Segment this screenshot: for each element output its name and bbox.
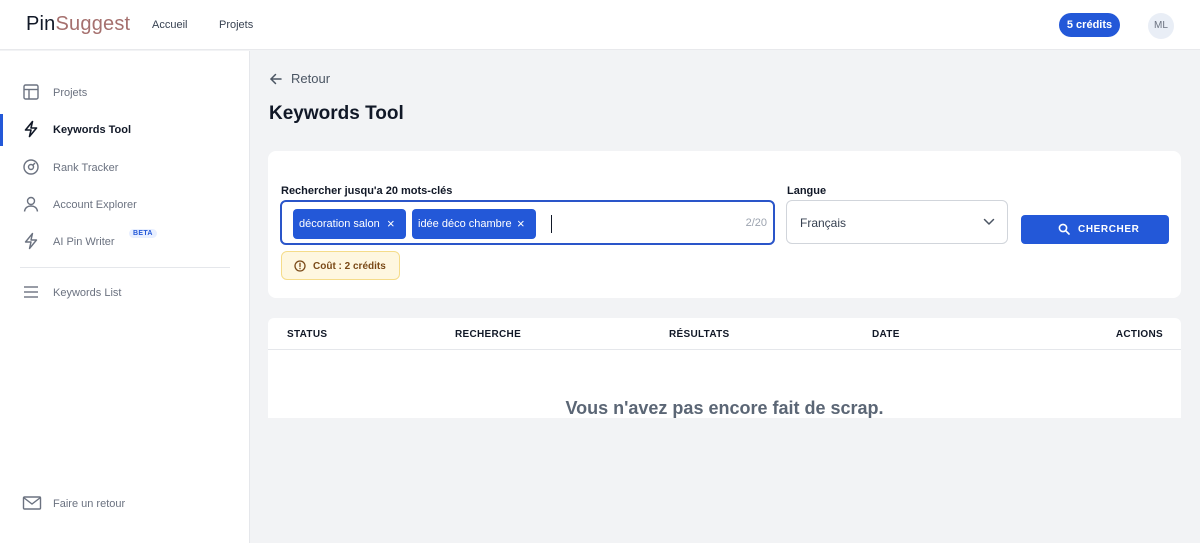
sidebar-item-label: Projets: [53, 87, 88, 99]
column-header-date[interactable]: DATE: [872, 329, 900, 340]
sidebar-item-account-explorer[interactable]: Account Explorer: [0, 189, 249, 221]
sidebar-divider: [20, 267, 230, 268]
gauge-icon: [22, 158, 42, 178]
close-icon[interactable]: ×: [517, 209, 525, 239]
column-header-recherche[interactable]: RECHERCHE: [455, 329, 521, 340]
search-button-label: CHERCHER: [1078, 224, 1140, 235]
back-label: Retour: [291, 71, 331, 86]
search-button[interactable]: CHERCHER: [1021, 215, 1169, 244]
language-select[interactable]: Français: [786, 200, 1008, 244]
menu-icon: [22, 283, 42, 303]
lightning-icon: [22, 232, 42, 252]
table-header-divider: [268, 349, 1181, 350]
feedback-label: Faire un retour: [53, 498, 126, 510]
results-table: STATUS RECHERCHE RÉSULTATS DATE ACTIONS …: [268, 318, 1181, 418]
empty-state-message: Vous n'avez pas encore fait de scrap.: [565, 398, 884, 418]
user-icon: [22, 195, 42, 215]
keywords-input-box[interactable]: décoration salon × idée déco chambre × 2…: [280, 200, 775, 245]
sidebar-item-keywords-list[interactable]: Keywords List: [0, 277, 249, 309]
language-field-label: Langue: [787, 185, 827, 197]
keyword-counter: 2/20: [745, 217, 767, 229]
sidebar-item-ai-pin-writer[interactable]: AI Pin Writer: [0, 226, 249, 258]
chevron-down-icon: [983, 218, 995, 225]
layout-icon: [22, 83, 42, 103]
sidebar-item-label: AI Pin Writer: [53, 236, 115, 248]
logo-text-pin: Pin: [26, 13, 56, 35]
keywords-field-label: Rechercher jusqu'a 20 mots-clés: [281, 185, 453, 197]
app-logo[interactable]: PinSuggest: [26, 13, 130, 36]
sidebar-item-label: Account Explorer: [53, 199, 137, 211]
cost-badge: Coût : 2 crédits: [281, 251, 400, 280]
sidebar-feedback-link[interactable]: Faire un retour: [0, 488, 249, 520]
sidebar-item-label: Rank Tracker: [53, 162, 119, 174]
page-title: Keywords Tool: [269, 103, 404, 124]
text-caret: [551, 215, 552, 233]
keyword-chip: décoration salon ×: [293, 209, 406, 239]
column-header-status[interactable]: STATUS: [287, 329, 327, 340]
language-select-value: Français: [800, 216, 847, 230]
keyword-chip: idée déco chambre ×: [412, 209, 536, 239]
credits-badge[interactable]: 5 crédits: [1059, 13, 1120, 37]
sidebar-item-projets[interactable]: Projets: [0, 77, 249, 109]
top-bar: PinSuggest Accueil Projets 5 crédits ML: [0, 0, 1200, 50]
sidebar-item-label: Keywords List: [53, 287, 122, 299]
cost-label: Coût : 2 crédits: [313, 261, 386, 272]
column-header-resultats[interactable]: RÉSULTATS: [669, 329, 729, 340]
search-card: Rechercher jusqu'a 20 mots-clés décorati…: [268, 151, 1181, 298]
nav-link-projets[interactable]: Projets: [219, 19, 253, 31]
beta-badge: BETA: [129, 229, 157, 238]
close-icon[interactable]: ×: [387, 209, 395, 239]
sidebar-item-keywords-tool[interactable]: Keywords Tool: [0, 114, 249, 146]
alert-circle-icon: [294, 260, 306, 272]
lightning-icon: [22, 120, 42, 140]
sidebar-item-label: Keywords Tool: [53, 124, 132, 136]
keyword-chip-label: décoration salon: [299, 218, 380, 230]
mail-icon: [22, 494, 42, 514]
user-avatar[interactable]: ML: [1148, 13, 1174, 39]
sidebar-item-rank-tracker[interactable]: Rank Tracker: [0, 152, 249, 184]
sidebar: Projets Keywords Tool Rank Tracker Accou…: [0, 51, 250, 543]
column-header-actions: ACTIONS: [1115, 329, 1163, 340]
search-icon: [1058, 223, 1070, 235]
logo-text-suggest: Suggest: [55, 13, 131, 35]
nav-link-accueil[interactable]: Accueil: [152, 19, 187, 31]
arrow-left-icon: [270, 73, 282, 85]
keyword-chip-label: idée déco chambre: [418, 218, 512, 230]
